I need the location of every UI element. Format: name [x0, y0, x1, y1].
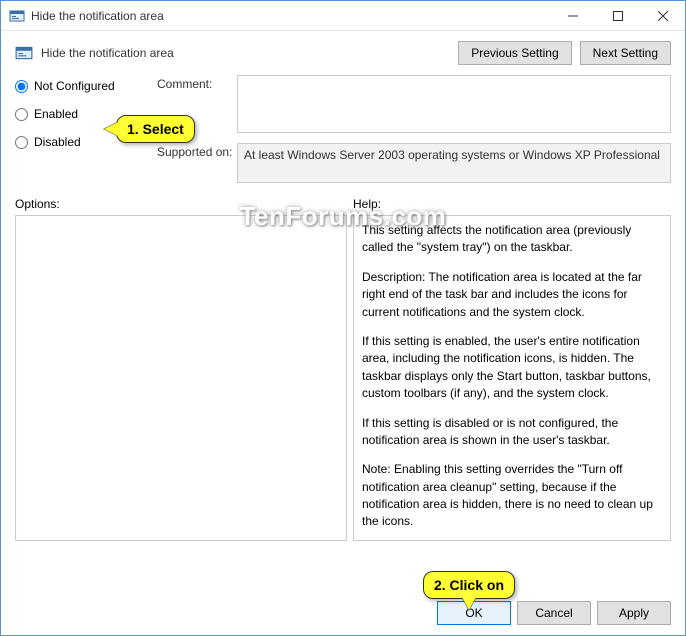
radio-enabled-input[interactable]	[15, 108, 28, 121]
options-label: Options:	[15, 197, 353, 211]
setting-title: Hide the notification area	[41, 46, 458, 60]
annotation-step1: 1. Select	[116, 115, 195, 143]
help-label: Help:	[353, 197, 381, 211]
close-button[interactable]	[640, 1, 685, 30]
help-text: If this setting is disabled or is not co…	[362, 415, 662, 450]
policy-icon	[9, 8, 25, 24]
next-setting-button[interactable]: Next Setting	[580, 41, 671, 65]
titlebar: Hide the notification area	[1, 1, 685, 31]
supported-on-value: At least Windows Server 2003 operating s…	[237, 143, 671, 183]
radio-not-configured[interactable]: Not Configured	[15, 79, 145, 93]
cancel-button[interactable]: Cancel	[517, 601, 591, 625]
help-text: This setting affects the notification ar…	[362, 222, 662, 257]
previous-setting-button[interactable]: Previous Setting	[458, 41, 571, 65]
apply-button[interactable]: Apply	[597, 601, 671, 625]
setting-icon	[15, 44, 33, 62]
minimize-button[interactable]	[550, 1, 595, 30]
help-text: Note: Enabling this setting overrides th…	[362, 461, 662, 531]
supported-on-label: Supported on:	[157, 143, 237, 183]
help-pane[interactable]: This setting affects the notification ar…	[353, 215, 671, 541]
help-text: If this setting is enabled, the user's e…	[362, 333, 662, 403]
help-text: Description: The notification area is lo…	[362, 269, 662, 321]
radio-disabled-label: Disabled	[34, 135, 81, 149]
header-row: Hide the notification area Previous Sett…	[15, 41, 671, 65]
radio-not-configured-input[interactable]	[15, 80, 28, 93]
maximize-button[interactable]	[595, 1, 640, 30]
radio-disabled-input[interactable]	[15, 136, 28, 149]
options-pane[interactable]	[15, 215, 347, 541]
window-title: Hide the notification area	[31, 9, 550, 23]
comment-input[interactable]	[237, 75, 671, 133]
radio-enabled-label: Enabled	[34, 107, 78, 121]
radio-not-configured-label: Not Configured	[34, 79, 115, 93]
annotation-step2: 2. Click on	[423, 571, 515, 599]
window-controls	[550, 1, 685, 30]
